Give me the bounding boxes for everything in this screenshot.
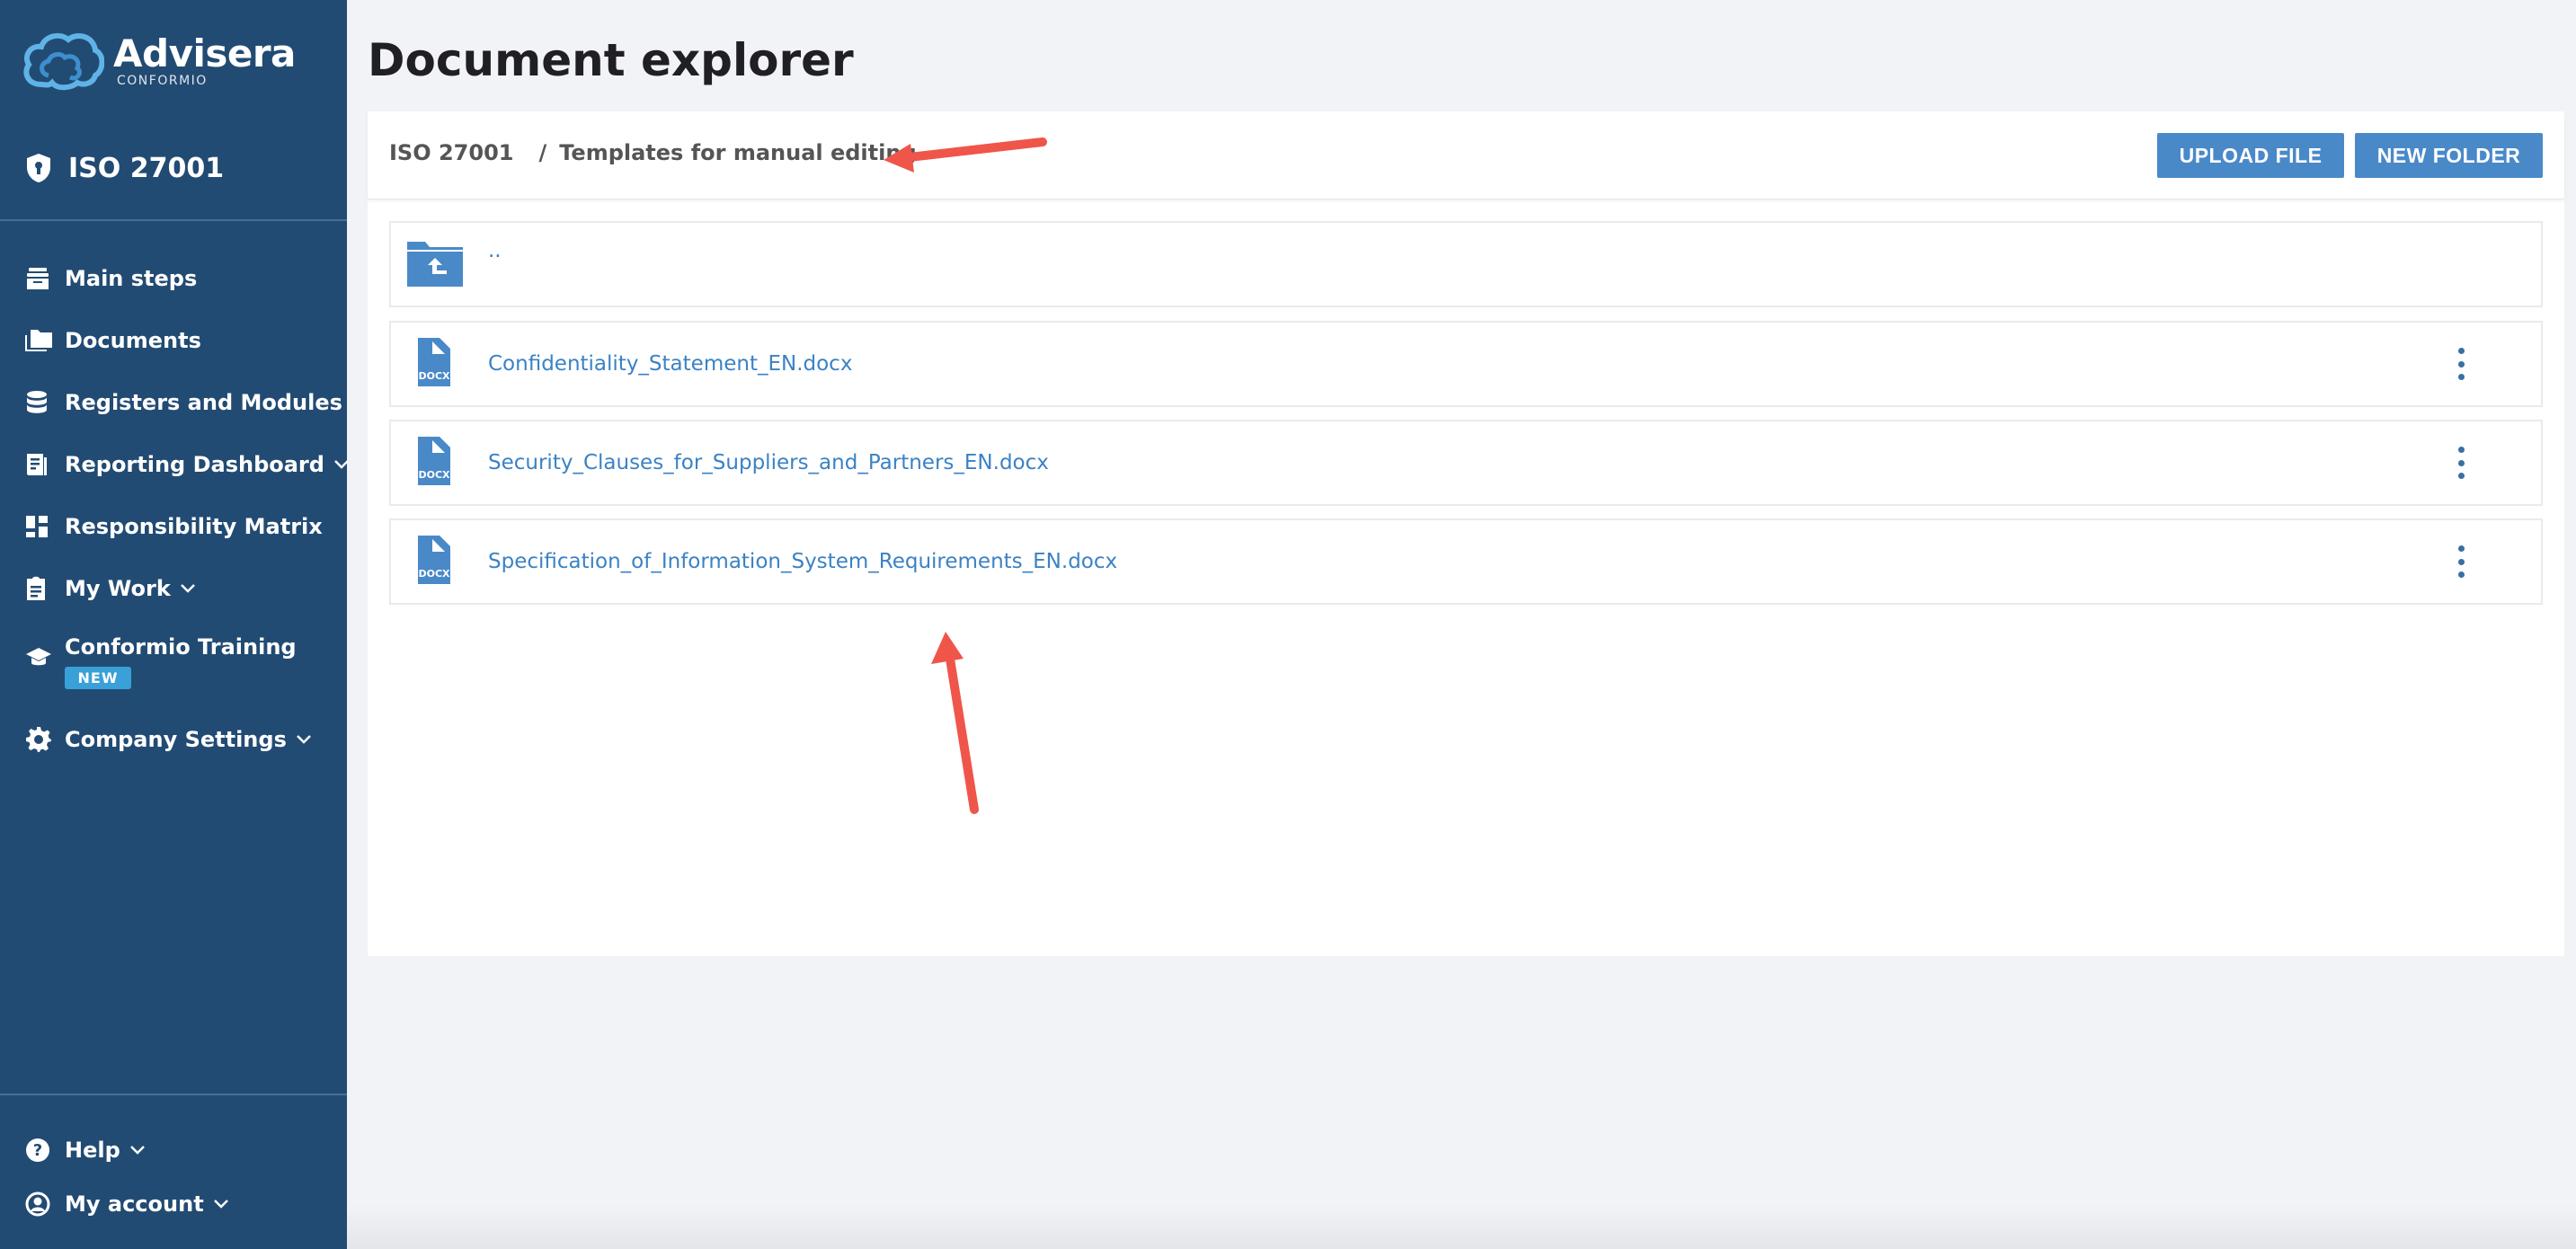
explorer-toolbar: ISO 27001 / Templates for manual editing… bbox=[368, 111, 2564, 199]
brand-subtitle: CONFORMIO bbox=[117, 74, 208, 88]
more-options-icon[interactable] bbox=[2447, 443, 2474, 483]
file-name-link[interactable]: Confidentiality_Statement_EN.docx bbox=[488, 352, 852, 376]
file-name-link[interactable]: Security_Clauses_for_Suppliers_and_Partn… bbox=[488, 451, 1049, 474]
dashboard-grid-icon bbox=[25, 511, 56, 542]
database-icon bbox=[25, 387, 56, 418]
report-icon bbox=[25, 449, 56, 480]
cloud-logo-icon bbox=[23, 32, 104, 91]
user-circle-icon bbox=[25, 1189, 56, 1219]
nav-label: My account bbox=[65, 1191, 204, 1217]
advisera-logo[interactable]: Advisera CONFORMIO bbox=[22, 25, 296, 97]
svg-text:?: ? bbox=[33, 1141, 42, 1160]
nav-label: Help bbox=[65, 1138, 120, 1163]
chevron-down-icon bbox=[129, 1145, 146, 1156]
standard-selector[interactable]: ISO 27001 bbox=[25, 146, 224, 190]
clipboard-icon bbox=[25, 573, 56, 604]
nav-item-company-settings[interactable]: Company Settings bbox=[25, 722, 312, 757]
nav-item-main-steps[interactable]: Main steps bbox=[25, 261, 197, 297]
page-title: Document explorer bbox=[368, 34, 854, 86]
gear-icon bbox=[25, 724, 56, 755]
nav-item-registers-modules[interactable]: Registers and Modules bbox=[25, 385, 342, 421]
file-row[interactable]: DOCX Security_Clauses_for_Suppliers_and_… bbox=[389, 420, 2543, 506]
graduation-cap-icon bbox=[25, 642, 56, 672]
file-name-link[interactable]: Specification_of_Information_System_Requ… bbox=[488, 550, 1117, 573]
sidebar-divider bbox=[0, 219, 347, 221]
breadcrumb-separator: / bbox=[538, 140, 547, 165]
nav-item-documents[interactable]: Documents bbox=[25, 323, 201, 359]
upload-file-button[interactable]: UPLOAD FILE bbox=[2157, 133, 2344, 178]
breadcrumb: ISO 27001 / Templates for manual editing bbox=[389, 140, 917, 165]
parent-folder-row[interactable]: .. bbox=[389, 221, 2543, 307]
nav-label: Responsibility Matrix bbox=[65, 514, 323, 539]
more-options-icon[interactable] bbox=[2447, 344, 2474, 384]
nav-item-reporting-dashboard[interactable]: Reporting Dashboard bbox=[25, 447, 350, 483]
shield-icon bbox=[27, 154, 50, 182]
folders-icon bbox=[25, 325, 56, 356]
folder-up-icon bbox=[405, 236, 465, 292]
docx-file-icon: DOCX bbox=[405, 534, 459, 589]
bottom-shadow bbox=[347, 1204, 2576, 1249]
file-type-label: DOCX bbox=[418, 370, 450, 382]
standard-label: ISO 27001 bbox=[68, 152, 225, 184]
nav-label: Reporting Dashboard bbox=[65, 452, 324, 477]
inbox-icon bbox=[25, 263, 56, 294]
nav-item-my-account[interactable]: My account bbox=[25, 1186, 229, 1222]
breadcrumb-root[interactable]: ISO 27001 bbox=[389, 140, 513, 165]
file-row[interactable]: DOCX Confidentiality_Statement_EN.docx bbox=[389, 321, 2543, 407]
sidebar-divider bbox=[0, 1094, 347, 1095]
chevron-down-icon bbox=[296, 734, 312, 745]
sidebar: Advisera CONFORMIO ISO 27001 Main steps … bbox=[0, 0, 350, 1249]
nav-label: My Work bbox=[65, 576, 171, 601]
parent-folder-link[interactable]: .. bbox=[488, 239, 502, 262]
nav-label: Documents bbox=[65, 328, 201, 353]
brand-name: Advisera bbox=[113, 31, 296, 75]
help-circle-icon: ? bbox=[25, 1135, 56, 1165]
breadcrumb-current: Templates for manual editing bbox=[559, 140, 917, 165]
new-badge: NEW bbox=[65, 667, 131, 689]
file-row[interactable]: DOCX Specification_of_Information_System… bbox=[389, 518, 2543, 605]
file-type-label: DOCX bbox=[418, 568, 450, 580]
nav-label: Company Settings bbox=[65, 727, 287, 752]
nav-item-conformio-training[interactable]: Conformio Training NEW bbox=[25, 634, 297, 689]
nav-item-help[interactable]: ? Help bbox=[25, 1132, 146, 1168]
more-options-icon[interactable] bbox=[2447, 542, 2474, 581]
new-folder-button[interactable]: NEW FOLDER bbox=[2355, 133, 2543, 178]
docx-file-icon: DOCX bbox=[405, 435, 459, 491]
nav-item-my-work[interactable]: My Work bbox=[25, 571, 196, 607]
chevron-down-icon bbox=[213, 1199, 229, 1209]
chevron-down-icon bbox=[333, 459, 350, 470]
nav-label: Conformio Training bbox=[65, 634, 297, 660]
chevron-down-icon bbox=[180, 583, 196, 594]
docx-file-icon: DOCX bbox=[405, 336, 459, 392]
nav-label: Main steps bbox=[65, 266, 198, 291]
file-type-label: DOCX bbox=[418, 469, 450, 481]
nav-item-responsibility-matrix[interactable]: Responsibility Matrix bbox=[25, 509, 323, 545]
nav-label: Registers and Modules bbox=[65, 390, 342, 415]
